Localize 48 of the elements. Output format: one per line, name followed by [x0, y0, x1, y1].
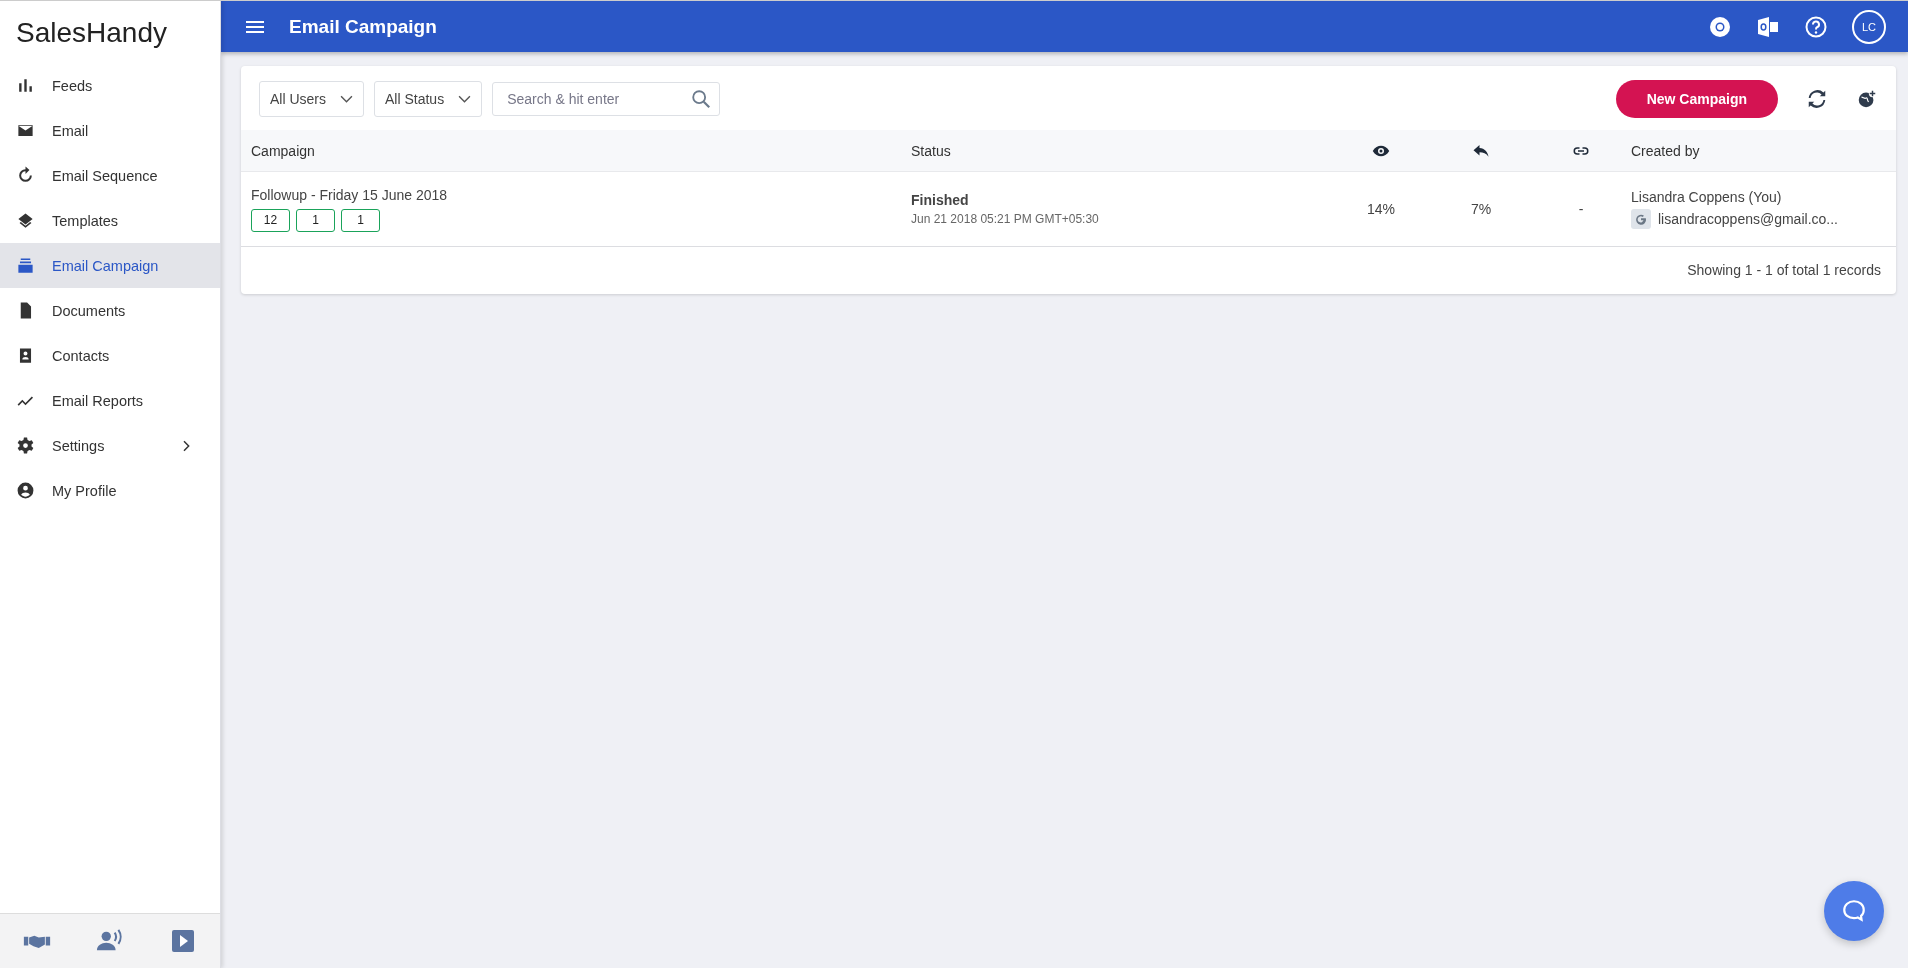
- sidebar-item[interactable]: Documents: [0, 288, 220, 333]
- replies-rate: 7%: [1470, 201, 1492, 217]
- chevron-down-icon: [458, 94, 472, 104]
- sidebar-item[interactable]: Email Reports: [0, 378, 220, 423]
- column-header: Campaign: [251, 142, 316, 159]
- status-date: Jun 21 2018 05:21 PM GMT+05:30: [911, 212, 1100, 226]
- refresh-icon[interactable]: [1806, 88, 1828, 110]
- search-field[interactable]: Search & hit enter: [492, 82, 721, 116]
- new-campaign-button[interactable]: New Campaign: [1615, 80, 1778, 118]
- status-text: Finished: [911, 192, 970, 208]
- campaign-name[interactable]: Followup - Friday 15 June 2018: [251, 186, 911, 203]
- inbox-icon: [16, 256, 35, 275]
- status-dropdown[interactable]: All Status: [374, 81, 483, 117]
- sidebar-item[interactable]: My Profile: [0, 468, 220, 513]
- clicks-rate: -: [1578, 201, 1584, 217]
- google-icon: [1631, 209, 1651, 229]
- saleshandy-logo: SalesHandy: [15, 16, 168, 50]
- page-title: Email Campaign: [289, 15, 437, 38]
- search-icon: [690, 88, 713, 110]
- count-tag: 1: [296, 208, 335, 232]
- count-tag: 1: [341, 208, 380, 232]
- globe-plus-icon[interactable]: [1856, 88, 1878, 110]
- opens-rate: 14%: [1367, 201, 1395, 217]
- person-icon: [16, 481, 35, 500]
- sidebar-item[interactable]: Email: [0, 108, 220, 153]
- column-header: Status: [911, 142, 952, 159]
- help-icon[interactable]: [1804, 14, 1828, 39]
- records-summary: Showing 1 - 1 of total 1 records: [1687, 262, 1881, 278]
- chevron-down-icon: [340, 94, 353, 104]
- sidebar-item[interactable]: Settings: [0, 423, 220, 468]
- sidebar-item[interactable]: Feeds: [0, 63, 220, 108]
- sidebar-item[interactable]: Templates: [0, 198, 220, 243]
- layers-icon: [16, 211, 35, 230]
- chat-button[interactable]: [1824, 881, 1884, 941]
- user-avatar[interactable]: LC: [1852, 9, 1886, 44]
- sidebar-item[interactable]: Email Sequence: [0, 153, 220, 198]
- person-speaking-icon[interactable]: [96, 929, 124, 953]
- bar-chart-icon: [16, 76, 35, 95]
- users-dropdown[interactable]: All Users: [259, 81, 364, 117]
- sidebar-item[interactable]: Email Campaign: [0, 243, 220, 288]
- chat-bubble-icon: [1841, 898, 1867, 924]
- column-header: Created by: [1631, 142, 1701, 159]
- creator-email: lisandracoppens@gmail.co...: [1658, 211, 1838, 227]
- creator-name: Lisandra Coppens (You): [1631, 189, 1783, 205]
- gear-icon: [16, 436, 35, 455]
- refresh-icon: [16, 166, 35, 185]
- sidebar-item[interactable]: Contacts: [0, 333, 220, 378]
- count-tag: 12: [251, 208, 290, 232]
